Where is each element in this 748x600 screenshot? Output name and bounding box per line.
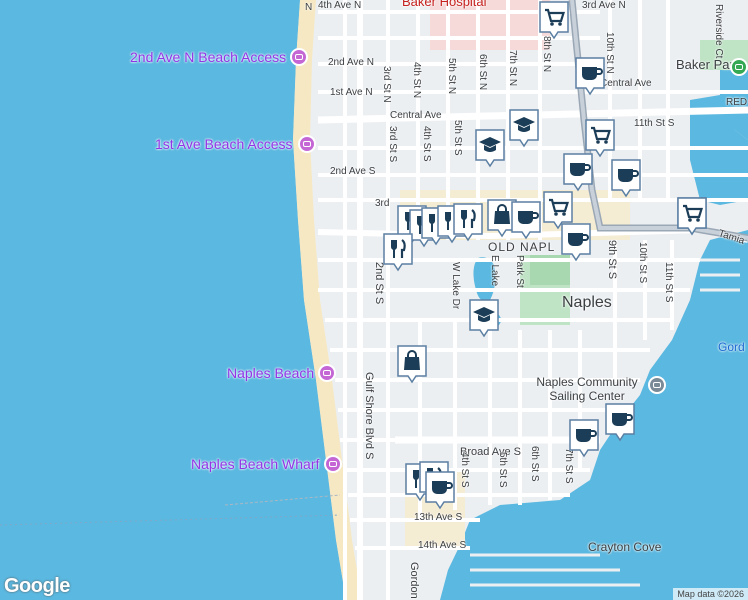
area-label: Naples Community Sailing Center <box>536 375 638 403</box>
street-label: 7th St N <box>507 50 518 87</box>
street-label: 4th Ave N <box>318 0 362 11</box>
graduation-cap-marker[interactable] <box>508 108 540 148</box>
photo-icon[interactable] <box>298 135 316 153</box>
street-label: 6th St N <box>477 54 488 91</box>
street-label: 5th St S <box>497 452 508 488</box>
street-label: N <box>305 2 313 13</box>
google-logo: Google <box>4 575 70 597</box>
street-label: 8th St N <box>541 36 552 73</box>
area-label: Naples <box>562 294 612 311</box>
street-label: 14th Ave S <box>418 540 467 551</box>
street-label: W Lake Dr <box>450 262 461 310</box>
poi-label[interactable]: 2nd Ave N Beach Access <box>130 49 286 65</box>
coffee-cup-marker[interactable] <box>574 56 606 96</box>
street-label: 6th St S <box>529 446 540 482</box>
street-label: Park St <box>514 255 525 288</box>
coffee-cup-marker[interactable] <box>568 418 600 458</box>
street-label: 3rd St N <box>381 66 392 103</box>
street-label: 3rd St S <box>387 126 398 163</box>
coffee-cup-marker[interactable] <box>610 158 642 198</box>
street-label: 11th St S <box>663 262 674 303</box>
street-label: 5th St S <box>452 120 463 156</box>
street-label: 11th St S <box>634 118 675 129</box>
street-label: 2nd Ave S <box>330 166 376 177</box>
shopping-cart-marker[interactable] <box>538 0 570 40</box>
street-label: 4th St N <box>411 62 422 99</box>
map-canvas[interactable]: 4th Ave N 3rd Ave N 2nd Ave N 1st Ave N … <box>0 0 748 600</box>
map-attribution[interactable]: Map data ©2026 <box>673 588 748 600</box>
poi-label[interactable]: Naples Beach Wharf <box>191 456 319 472</box>
street-label: 2nd Ave N <box>328 57 374 68</box>
coffee-cup-marker[interactable] <box>424 470 456 510</box>
street-label: Central Ave <box>600 78 652 89</box>
poi-label[interactable]: 1st Ave Beach Access <box>155 136 293 152</box>
street-label: Central Ave <box>390 110 442 121</box>
street-label: RED <box>726 97 748 108</box>
graduation-cap-marker[interactable] <box>468 298 500 338</box>
coffee-cup-marker[interactable] <box>510 200 542 240</box>
street-label: 13th Ave S <box>414 512 463 523</box>
street-label: 10th St S <box>637 242 648 284</box>
area-label: Gord <box>718 340 745 354</box>
utensils-marker[interactable] <box>452 202 484 242</box>
park-icon[interactable] <box>730 58 748 76</box>
street-label: Gordon <box>408 562 420 599</box>
coffee-cup-marker[interactable] <box>560 222 592 262</box>
poi-label[interactable]: Naples Beach <box>227 365 314 381</box>
photo-icon[interactable] <box>318 364 336 382</box>
street-label: 4th St S <box>421 126 432 162</box>
utensils-marker[interactable] <box>382 232 414 272</box>
street-label: Gulf Shore Blvd S <box>363 372 375 460</box>
area-label: OLD NAPL <box>488 240 556 254</box>
street-label: 4th St S <box>459 452 470 488</box>
area-label: Baker Hospital <box>402 0 487 9</box>
street-label: Riverside Ct <box>713 4 724 59</box>
coffee-cup-marker[interactable] <box>562 152 594 192</box>
photo-icon[interactable] <box>290 48 308 66</box>
coffee-cup-marker[interactable] <box>604 402 636 442</box>
street-label: 3rd Ave N <box>582 0 626 11</box>
street-label: 9th St S <box>606 240 618 280</box>
shopping-cart-marker[interactable] <box>676 196 708 236</box>
area-label: Crayton Cove <box>588 540 662 554</box>
shopping-bag-marker[interactable] <box>396 344 428 384</box>
photo-icon[interactable] <box>324 455 342 473</box>
street-label: E Lake <box>489 255 500 287</box>
street-label: 1st Ave N <box>330 87 373 98</box>
street-label: 3rd <box>375 198 390 209</box>
sailing-icon[interactable] <box>648 376 666 394</box>
graduation-cap-marker[interactable] <box>474 128 506 168</box>
street-label: 5th St N <box>446 58 457 95</box>
